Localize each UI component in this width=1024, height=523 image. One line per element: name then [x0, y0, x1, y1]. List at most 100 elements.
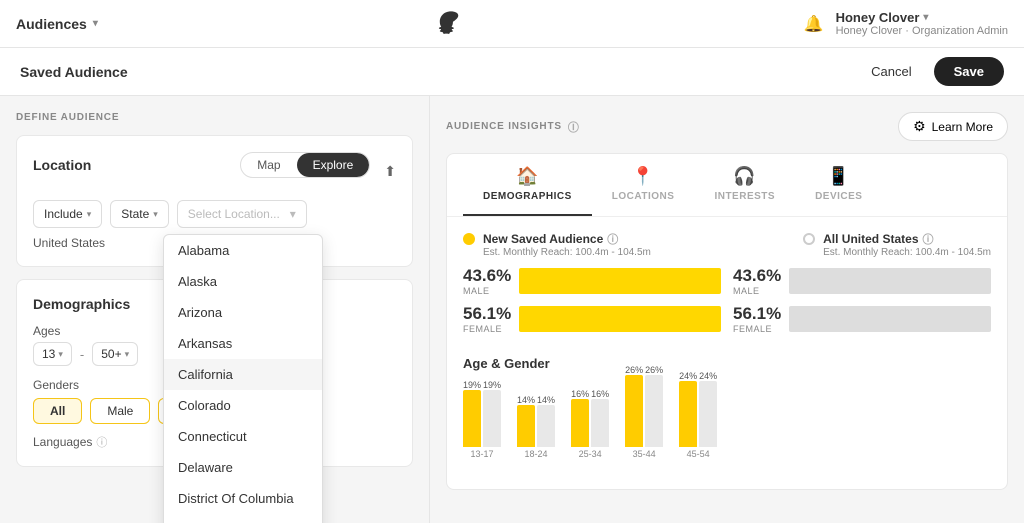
- pct-label-16a: 16%: [571, 389, 589, 399]
- chevron-down-icon: ▾: [153, 209, 158, 220]
- location-search-select[interactable]: Select Location... ▾: [177, 200, 307, 228]
- all-us-item: All United States ⓘ Est. Monthly Reach: …: [803, 231, 991, 258]
- dropdown-item-arkansas[interactable]: Arkansas: [164, 328, 322, 359]
- male-bar-yellow: 43.6% MALE: [463, 266, 721, 296]
- pct-label-26b: 26%: [645, 365, 663, 375]
- pct-label-14b: 14%: [537, 395, 555, 405]
- learn-more-button[interactable]: ⚙ Learn More: [898, 112, 1008, 141]
- all-us-bars: 43.6% MALE 56.1% FEMALE: [733, 266, 991, 334]
- interests-tab-icon: 🎧: [733, 166, 756, 187]
- devices-tab-icon: 📱: [827, 166, 850, 187]
- age-label-25-34: 25-34: [579, 449, 602, 459]
- chevron-down-icon: ▾: [290, 207, 296, 221]
- age-max-select[interactable]: 50+ ▾: [92, 342, 138, 366]
- user-name-display: Honey Clover ▾: [836, 10, 1008, 25]
- bar-group-45-54: 24% 24% 45-54: [679, 371, 717, 459]
- notification-bell-icon[interactable]: 🔔: [804, 14, 824, 34]
- bar-13-17-gray: [483, 390, 501, 447]
- age-dash: -: [80, 347, 84, 362]
- location-title: Location: [33, 157, 91, 173]
- location-selects: Include ▾ State ▾ Select Location... ▾ A…: [33, 200, 396, 228]
- locations-tab-icon: 📍: [632, 166, 655, 187]
- info-icon: ⓘ: [568, 119, 580, 135]
- info-icon: ⓘ: [607, 231, 618, 247]
- cancel-button[interactable]: Cancel: [859, 58, 923, 85]
- dropdown-item-california[interactable]: California: [164, 359, 322, 390]
- bar-35-44-yellow: [625, 375, 643, 447]
- info-icon: ⓘ: [96, 434, 107, 450]
- user-org-display: Honey Clover · Organization Admin: [836, 25, 1008, 37]
- audience-insights-header: AUDIENCE INSIGHTS ⓘ ⚙ Learn More: [446, 112, 1008, 141]
- pct-label-14a: 14%: [517, 395, 535, 405]
- save-button[interactable]: Save: [934, 57, 1004, 86]
- chevron-down-icon: ▾: [923, 12, 928, 23]
- nav-audiences[interactable]: Audiences ▾: [16, 16, 98, 32]
- sub-header: Saved Audience Cancel Save: [0, 48, 1024, 96]
- tab-devices[interactable]: 📱 DEVICES: [795, 154, 882, 216]
- all-us-dot: [803, 233, 815, 245]
- gender-all-button[interactable]: All: [33, 398, 82, 424]
- age-label-45-54: 45-54: [687, 449, 710, 459]
- pct-label-19a: 19%: [463, 380, 481, 390]
- dropdown-item-arizona[interactable]: Arizona: [164, 297, 322, 328]
- bar-18-24-gray: [537, 405, 555, 447]
- pct-label-24a: 24%: [679, 371, 697, 381]
- dropdown-item-florida[interactable]: Florida: [164, 514, 322, 523]
- female-pct-yellow: 56.1%: [463, 304, 511, 324]
- dropdown-item-alabama[interactable]: Alabama: [164, 235, 322, 266]
- female-bar-gray: 56.1% FEMALE: [733, 304, 991, 334]
- page-title: Saved Audience: [20, 64, 128, 80]
- bar-group-13-17: 19% 19% 13-17: [463, 380, 501, 459]
- audience-comparison: New Saved Audience ⓘ Est. Monthly Reach:…: [447, 217, 1007, 266]
- map-button[interactable]: Map: [241, 153, 296, 177]
- audience-insights-label: AUDIENCE INSIGHTS ⓘ: [446, 119, 580, 135]
- demographics-tab-icon: 🏠: [516, 166, 539, 187]
- all-us-reach: Est. Monthly Reach: 100.4m - 104.5m: [823, 247, 991, 258]
- map-explore-toggle: Map Explore: [240, 152, 370, 178]
- gender-bars-section: 43.6% MALE 56.1% FEMALE: [447, 266, 1007, 346]
- location-card: Location Map Explore ⬆ Include ▾ State ▾: [16, 135, 413, 267]
- age-label-18-24: 18-24: [525, 449, 548, 459]
- chevron-down-icon: ▾: [125, 349, 130, 360]
- nav-right-section: 🔔 Honey Clover ▾ Honey Clover · Organiza…: [804, 10, 1008, 37]
- bar-35-44-gray: [645, 375, 663, 447]
- dropdown-item-connecticut[interactable]: Connecticut: [164, 421, 322, 452]
- info-icon: ⓘ: [923, 231, 934, 247]
- gender-male-button[interactable]: Male: [90, 398, 150, 424]
- header-actions: Cancel Save: [859, 57, 1004, 86]
- upload-icon[interactable]: ⬆: [384, 163, 396, 180]
- chevron-down-icon: ▾: [87, 209, 92, 220]
- chevron-down-icon: ▾: [58, 349, 63, 360]
- age-gender-title: Age & Gender: [463, 356, 991, 371]
- new-audience-reach: Est. Monthly Reach: 100.4m - 104.5m: [483, 247, 651, 258]
- age-gender-chart: 19% 19% 13-17: [463, 379, 991, 479]
- tab-locations[interactable]: 📍 LOCATIONS: [592, 154, 695, 216]
- state-select[interactable]: State ▾: [110, 200, 169, 228]
- chevron-down-icon: ▾: [93, 18, 98, 29]
- age-min-select[interactable]: 13 ▾: [33, 342, 72, 366]
- age-label-35-44: 35-44: [633, 449, 656, 459]
- dropdown-item-delaware[interactable]: Delaware: [164, 452, 322, 483]
- all-us-name: All United States ⓘ: [823, 231, 991, 247]
- explore-button[interactable]: Explore: [297, 153, 370, 177]
- female-label-yellow: FEMALE: [463, 324, 511, 334]
- tab-demographics[interactable]: 🏠 DEMOGRAPHICS: [463, 154, 592, 216]
- dropdown-item-alaska[interactable]: Alaska: [164, 266, 322, 297]
- tab-interests[interactable]: 🎧 INTERESTS: [694, 154, 795, 216]
- nav-logo: [437, 10, 465, 38]
- pct-label-24b: 24%: [699, 371, 717, 381]
- right-panel: AUDIENCE INSIGHTS ⓘ ⚙ Learn More 🏠 DEMOG…: [430, 96, 1024, 523]
- include-select[interactable]: Include ▾: [33, 200, 102, 228]
- dropdown-item-dc[interactable]: District Of Columbia: [164, 483, 322, 514]
- insights-card: 🏠 DEMOGRAPHICS 📍 LOCATIONS 🎧 INTERESTS 📱…: [446, 153, 1008, 490]
- dropdown-item-colorado[interactable]: Colorado: [164, 390, 322, 421]
- new-audience-dot: [463, 233, 475, 245]
- left-panel: DEFINE AUDIENCE Location Map Explore ⬆ I…: [0, 96, 430, 523]
- location-dropdown: Alabama Alaska Arizona Arkansas Californ…: [163, 234, 323, 523]
- male-bar-gray: 43.6% MALE: [733, 266, 991, 296]
- bar-25-34-gray: [591, 399, 609, 447]
- new-audience-bars: 43.6% MALE 56.1% FEMALE: [463, 266, 721, 334]
- main-content: DEFINE AUDIENCE Location Map Explore ⬆ I…: [0, 96, 1024, 523]
- bar-group-35-44: 26% 26% 35-44: [625, 365, 663, 459]
- learn-more-icon: ⚙: [913, 118, 926, 135]
